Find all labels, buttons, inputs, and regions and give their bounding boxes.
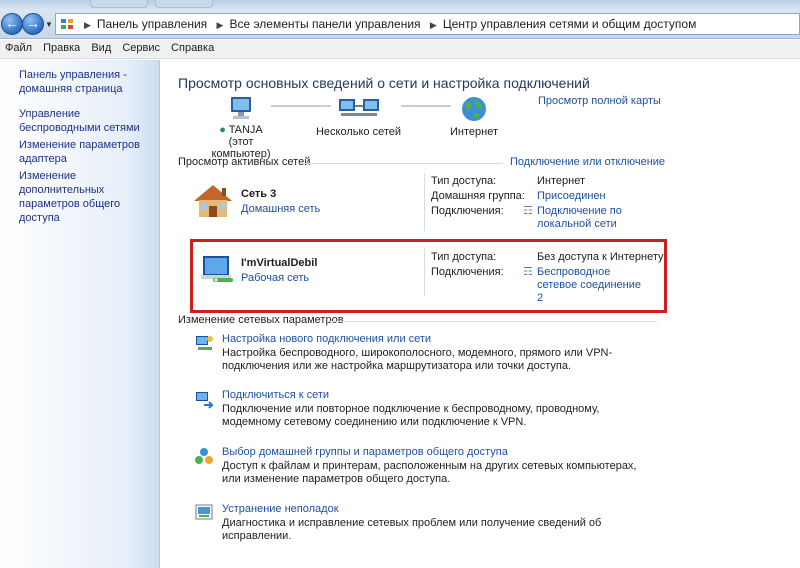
tab-strip [0,0,800,9]
change-settings-header: Изменение сетевых параметров [178,314,344,326]
homegroup-icon [195,448,213,464]
connections-label: Подключения: [431,266,504,278]
control-panel-icon [61,19,73,29]
connect-disconnect-link[interactable]: Подключение или отключение [510,156,665,168]
active-networks-header: Просмотр активных сетей [178,156,311,168]
map-computer[interactable]: ● TANJA (этот компьютер) [201,95,281,160]
internet-globe-icon [462,97,486,121]
homegroup-link[interactable]: Присоединен [537,190,606,203]
breadcrumb: ▶ Панель управления ▶ Все элементы панели … [78,17,696,31]
breadcrumb-item[interactable]: Центр управления сетями и общим доступом [443,17,697,31]
main-panel: Просмотр основных сведений о сети и наст… [161,60,800,568]
connections-label: Подключения: [431,205,504,217]
map-network[interactable]: Несколько сетей [311,95,406,138]
network-type-link[interactable]: Домашняя сеть [241,203,320,215]
menu-file[interactable]: Файл [0,40,32,54]
network-type-link[interactable]: Рабочая сеть [241,272,309,284]
map-internet[interactable]: Интернет [439,95,509,138]
address-toolbar: ← → ▼ ▶ Панель управления ▶ Все элементы п… [0,9,800,39]
menu-tools[interactable]: Сервис [117,40,160,54]
task-description: Диагностика и исправление сетевых пробле… [222,517,602,542]
network-name: I'mVirtualDebil [241,257,318,269]
task-description: Доступ к файлам и принтерам, расположенн… [222,460,637,485]
sidebar-item-adapter[interactable]: Изменение параметров адаптера [19,138,157,166]
connection-link[interactable]: Беспроводное сетевое соединение 2 [537,266,647,305]
column-divider [424,173,425,231]
network-name: Сеть 3 [241,188,277,200]
sidebar-item-sharing[interactable]: Изменение дополнительных параметров обще… [19,169,157,225]
recent-pages-dropdown-icon[interactable]: ▼ [45,20,53,29]
forward-button[interactable]: → [22,13,44,35]
menu-edit[interactable]: Правка [38,40,80,54]
menu-help[interactable]: Справка [166,40,214,54]
full-map-link[interactable]: Просмотр полной карты [538,95,661,107]
access-type-value: Интернет [537,175,585,187]
globe-small-icon: ● [219,124,226,136]
menu-view[interactable]: Вид [86,40,111,54]
troubleshoot-link[interactable]: Устранение неполадок [222,503,339,515]
computer-icon [231,97,251,119]
troubleshoot-icon [195,504,213,520]
work-network-icon [201,256,233,282]
sidebar: Панель управления - домашняя страница Уп… [0,60,160,568]
internet-label: Интернет [450,126,498,138]
task-description: Настройка беспроводного, широкополосного… [222,347,613,372]
computer-name: TANJA [228,124,263,136]
new-connection-link[interactable]: Настройка нового подключения или сети [222,333,431,345]
breadcrumb-arrow-icon: ▶ [84,20,91,30]
tab-ghost [90,0,148,8]
connect-network-icon [196,392,214,409]
home-network-icon [194,185,232,217]
address-bar[interactable]: ▶ Панель управления ▶ Все элементы панели … [55,13,800,35]
back-button[interactable]: ← [1,13,23,35]
breadcrumb-arrow-icon[interactable]: ▶ [217,20,224,30]
breadcrumb-item[interactable]: Все элементы панели управления [229,17,420,31]
connection-link[interactable]: Подключение по локальной сети [537,205,627,231]
multiple-networks-icon [338,99,379,116]
network-map-label: Несколько сетей [315,126,402,138]
new-connection-icon [196,336,213,350]
homegroup-label: Домашняя группа: [431,190,525,202]
breadcrumb-arrow-icon[interactable]: ▶ [430,20,437,30]
sidebar-item-home[interactable]: Панель управления - домашняя страница [19,68,157,96]
breadcrumb-item[interactable]: Панель управления [97,17,207,31]
homegroup-settings-link[interactable]: Выбор домашней группы и параметров общег… [222,446,508,458]
ethernet-icon: ☶ [523,205,533,217]
page-title: Просмотр основных сведений о сети и наст… [178,75,590,91]
tab-ghost [155,0,213,8]
access-type-label: Тип доступа: [431,251,497,263]
access-type-label: Тип доступа: [431,175,497,187]
section-divider [327,321,657,322]
task-description: Подключение или повторное подключение к … [222,403,600,428]
menu-bar: Файл Правка Вид Сервис Справка [0,40,800,59]
column-divider [424,248,425,296]
section-divider [303,163,503,164]
access-type-value: Без доступа к Интернету [537,251,664,263]
wireless-signal-icon: ☶ [523,266,533,278]
sidebar-item-wireless[interactable]: Управление беспроводными сетями [19,107,157,135]
connect-network-link[interactable]: Подключиться к сети [222,389,329,401]
